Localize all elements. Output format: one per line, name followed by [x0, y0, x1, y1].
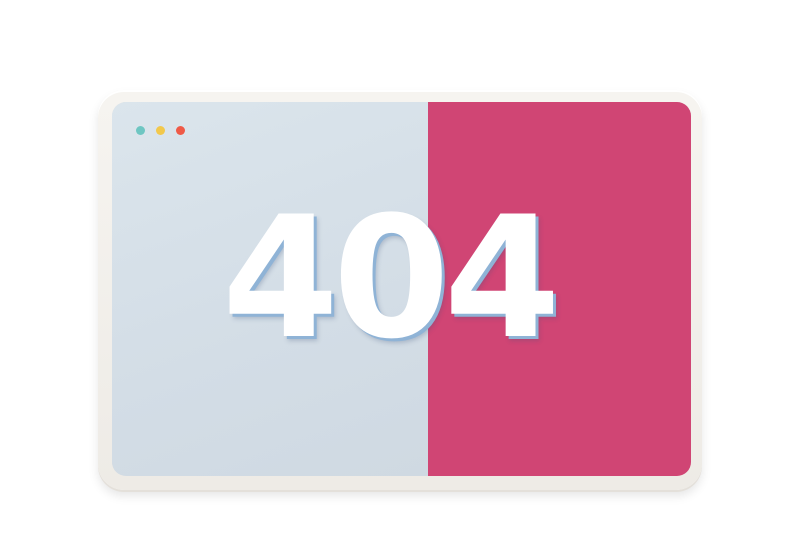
maximize-dot-icon[interactable] — [156, 126, 165, 135]
error-code: 404 — [222, 180, 561, 376]
minimize-dot-icon[interactable] — [136, 126, 145, 135]
error-illustration: 404 — [0, 0, 800, 539]
close-dot-icon[interactable] — [176, 126, 185, 135]
window-controls — [136, 126, 185, 135]
